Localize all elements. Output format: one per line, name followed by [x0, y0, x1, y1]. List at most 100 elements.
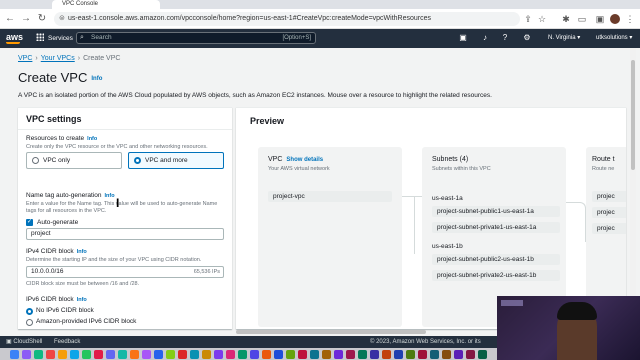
- feedback-link[interactable]: Feedback: [54, 336, 80, 348]
- info-link[interactable]: Info: [87, 136, 97, 142]
- app-icon[interactable]: [130, 350, 139, 359]
- profile-avatar[interactable]: [610, 14, 620, 24]
- app-icon[interactable]: [94, 350, 103, 359]
- cloudshell-button[interactable]: ▣ CloudShell: [6, 336, 42, 348]
- reload-icon[interactable]: ↻: [36, 13, 48, 25]
- aws-logo[interactable]: aws: [6, 32, 23, 42]
- app-icon[interactable]: [118, 350, 127, 359]
- auto-generate-checkbox[interactable]: ✓: [26, 219, 33, 226]
- app-icon[interactable]: [454, 350, 463, 359]
- vertical-scrollbar-thumb[interactable]: [631, 60, 635, 170]
- app-icon[interactable]: [466, 350, 475, 359]
- app-icon[interactable]: [22, 350, 31, 359]
- app-icon[interactable]: [406, 350, 415, 359]
- app-icon[interactable]: [274, 350, 283, 359]
- share-icon[interactable]: ⇪: [522, 13, 534, 25]
- app-icon[interactable]: [478, 350, 487, 359]
- horizontal-scrollbar[interactable]: [236, 330, 426, 334]
- region-label: N. Virginia: [548, 35, 576, 41]
- app-icon[interactable]: [334, 350, 343, 359]
- vpc-settings-panel: VPC settings Resources to create Info Cre…: [18, 107, 232, 329]
- app-icon[interactable]: [262, 350, 271, 359]
- app-icon[interactable]: [310, 350, 319, 359]
- subnet-item[interactable]: project-subnet-public2-us-east-1b: [432, 254, 560, 265]
- app-icon[interactable]: [238, 350, 247, 359]
- app-icon[interactable]: [322, 350, 331, 359]
- app-icon[interactable]: [46, 350, 55, 359]
- services-label: Services: [48, 35, 73, 42]
- app-icon[interactable]: [178, 350, 187, 359]
- app-icon[interactable]: [370, 350, 379, 359]
- vpc-and-more-option[interactable]: VPC and more: [128, 152, 224, 169]
- info-link[interactable]: Info: [105, 193, 115, 199]
- webcam-person-hair: [557, 302, 597, 320]
- vpc-item[interactable]: project-vpc: [268, 191, 392, 202]
- gear-icon[interactable]: ⚙: [522, 33, 532, 43]
- info-link[interactable]: Info: [77, 297, 87, 303]
- radio-icon: [26, 319, 33, 326]
- bell-icon[interactable]: ♪: [480, 33, 490, 43]
- app-icon[interactable]: [142, 350, 151, 359]
- site-info-icon[interactable]: ⊜: [59, 12, 65, 26]
- resources-label-text: Resources to create: [26, 135, 85, 142]
- amazon-ipv6-option[interactable]: Amazon-provided IPv6 CIDR block: [26, 318, 136, 326]
- route-table-item[interactable]: projec: [592, 207, 626, 218]
- app-icon[interactable]: [106, 350, 115, 359]
- app-icon[interactable]: [346, 350, 355, 359]
- auto-generate-label: Auto-generate: [37, 219, 79, 226]
- app-icon[interactable]: [286, 350, 295, 359]
- app-icon[interactable]: [442, 350, 451, 359]
- cloudshell-icon[interactable]: ▣: [458, 33, 468, 43]
- subnet-item[interactable]: project-subnet-public1-us-east-1a: [432, 206, 560, 217]
- app-icon[interactable]: [58, 350, 67, 359]
- cast-icon[interactable]: ▣: [594, 13, 606, 25]
- extensions-icon[interactable]: ✱: [560, 13, 572, 25]
- account-menu[interactable]: utksolutions ▾: [596, 34, 632, 41]
- app-icon[interactable]: [166, 350, 175, 359]
- subnet-item[interactable]: project-subnet-private1-us-east-1a: [432, 222, 560, 233]
- app-icon[interactable]: [358, 350, 367, 359]
- route-table-item[interactable]: projec: [592, 191, 626, 202]
- breadcrumb-vpc[interactable]: VPC: [18, 55, 32, 62]
- sidebar-icon[interactable]: ▭: [576, 13, 588, 25]
- finder-icon[interactable]: [10, 350, 19, 359]
- app-icon[interactable]: [382, 350, 391, 359]
- app-icon[interactable]: [298, 350, 307, 359]
- app-icon[interactable]: [82, 350, 91, 359]
- no-ipv6-option[interactable]: No IPv6 CIDR block: [26, 307, 94, 315]
- bookmark-star-icon[interactable]: ☆: [536, 13, 548, 25]
- breadcrumb-your-vpcs[interactable]: Your VPCs: [41, 55, 75, 62]
- webcam-overlay: [497, 296, 640, 360]
- ipv4-cidr-input[interactable]: 10.0.0.0/16 65,536 IPs: [26, 266, 224, 278]
- help-icon[interactable]: ?: [500, 33, 510, 43]
- subnet-item[interactable]: project-subnet-private2-us-east-1b: [432, 270, 560, 281]
- forward-icon[interactable]: →: [20, 13, 32, 25]
- browser-tab[interactable]: VPC Console: [52, 0, 160, 9]
- app-icon[interactable]: [154, 350, 163, 359]
- app-icon[interactable]: [226, 350, 235, 359]
- name-tag-input[interactable]: project: [26, 228, 224, 240]
- back-icon[interactable]: ←: [4, 13, 16, 25]
- region-selector[interactable]: N. Virginia ▾: [548, 34, 580, 41]
- app-icon[interactable]: [70, 350, 79, 359]
- app-icon[interactable]: [190, 350, 199, 359]
- vpc-only-option[interactable]: VPC only: [26, 152, 122, 169]
- services-button[interactable]: Services: [36, 33, 73, 44]
- app-icon[interactable]: [202, 350, 211, 359]
- search-input[interactable]: ⌕ Search [Option+S]: [76, 32, 316, 44]
- app-icon[interactable]: [394, 350, 403, 359]
- breadcrumb-current: Create VPC: [83, 55, 121, 62]
- info-link[interactable]: Info: [77, 249, 87, 255]
- copyright-text: © 2023, Amazon Web Services, Inc. or its: [370, 339, 481, 345]
- info-link[interactable]: Info: [91, 76, 102, 82]
- address-bar[interactable]: ⊜ us-east-1.console.aws.amazon.com/vpcco…: [54, 12, 520, 26]
- route-table-item[interactable]: projec: [592, 223, 626, 234]
- app-icon[interactable]: [418, 350, 427, 359]
- app-icon[interactable]: [430, 350, 439, 359]
- app-icon[interactable]: [34, 350, 43, 359]
- show-details-link[interactable]: Show details: [286, 157, 323, 163]
- menu-kebab-icon[interactable]: ⋮: [624, 13, 636, 25]
- app-icon[interactable]: [250, 350, 259, 359]
- ipv4-cidr-value: 10.0.0.0/16: [31, 268, 64, 275]
- app-icon[interactable]: [214, 350, 223, 359]
